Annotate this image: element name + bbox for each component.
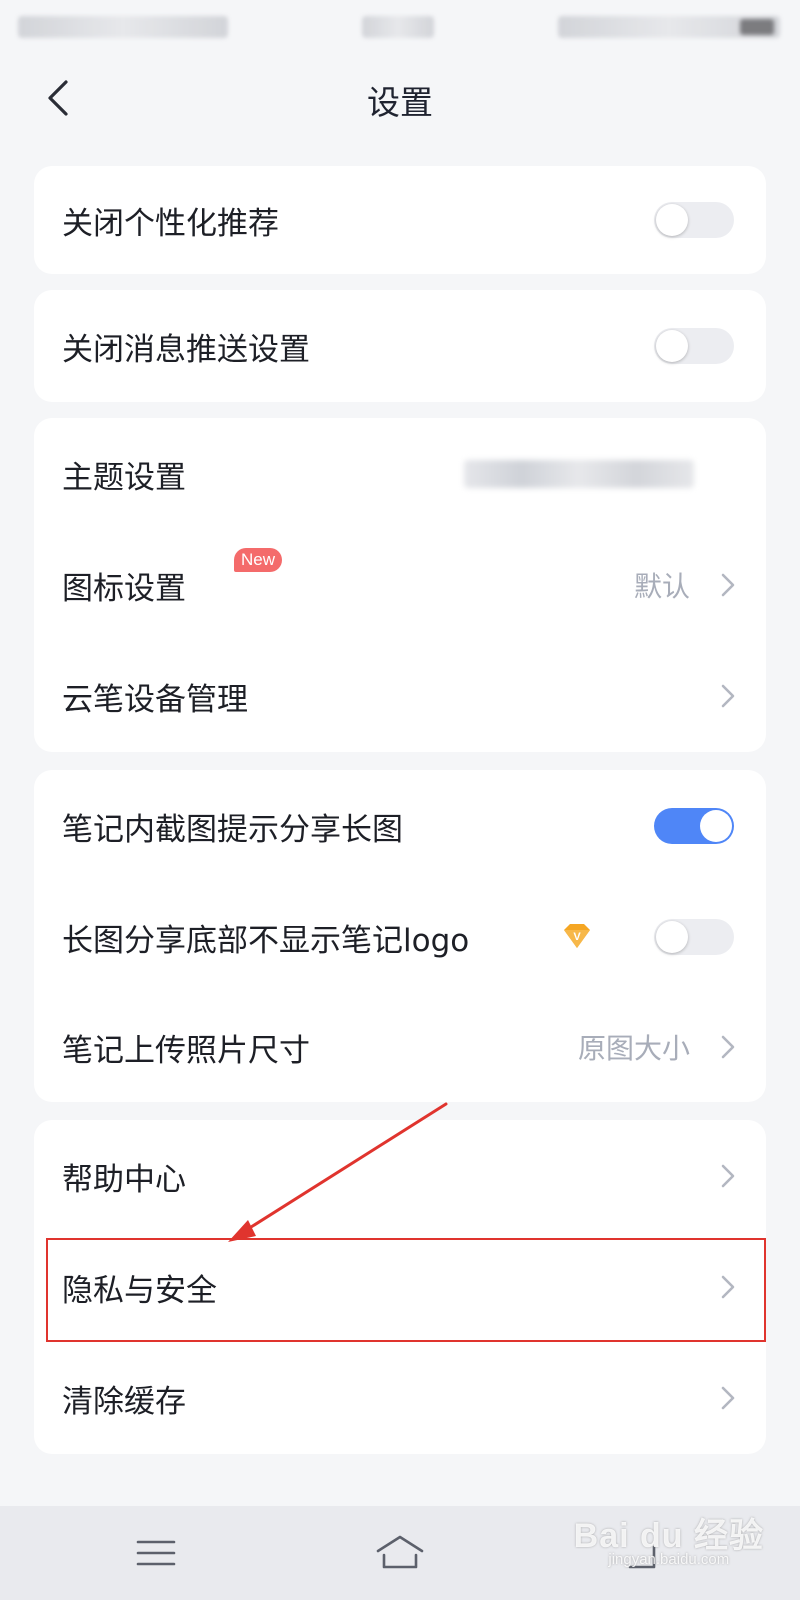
status-bar-battery-blurred [558,16,780,38]
baidu-jingyan-watermark: Bai du 经验 jingyan.baidu.com [574,1508,764,1568]
card-personalized: 关闭个性化推荐 [34,166,766,274]
row-hide-logo: 长图分享底部不显示笔记logo V [34,882,766,992]
row-label: 清除缓存 [62,1383,186,1420]
theme-value-blurred [464,460,694,488]
push-toggle[interactable] [654,328,734,364]
row-value: 默认 [633,570,690,603]
row-close-personalized: 关闭个性化推荐 [34,166,766,274]
row-label: 帮助中心 [62,1161,186,1198]
row-privacy-security[interactable]: 隐私与安全 [34,1232,766,1342]
card-appearance: 主题设置 图标设置 New 默认 云笔设备管理 [34,418,766,752]
card-sharing: 笔记内截图提示分享长图 长图分享底部不显示笔记logo V 笔记上传照片尺寸 原… [34,770,766,1102]
screenshot-share-toggle[interactable] [654,808,734,844]
row-help-center[interactable]: 帮助中心 [34,1120,766,1232]
row-screenshot-share: 笔记内截图提示分享长图 [34,770,766,882]
toggle-knob [656,204,688,236]
status-bar-signal-blurred [18,16,228,38]
row-label: 云笔设备管理 [62,681,248,718]
row-label: 笔记上传照片尺寸 [62,1032,310,1069]
row-theme-settings[interactable]: 主题设置 [34,418,766,530]
row-label: 隐私与安全 [62,1272,217,1309]
row-pen-device[interactable]: 云笔设备管理 [34,640,766,752]
personalized-toggle[interactable] [654,202,734,238]
chevron-right-icon [721,1275,735,1299]
card-misc: 帮助中心 隐私与安全 清除缓存 [34,1120,766,1454]
row-label: 图标设置 [62,570,186,607]
row-label: 长图分享底部不显示笔记logo [62,922,470,959]
chevron-right-icon [721,1164,735,1188]
nav-home-button[interactable] [372,1528,428,1578]
status-bar [0,0,800,52]
row-label: 关闭个性化推荐 [62,205,279,242]
page-title: 设置 [367,83,433,122]
row-clear-cache[interactable]: 清除缓存 [34,1342,766,1454]
toggle-knob [656,330,688,362]
vip-badge-text: V [573,931,581,943]
chevron-right-icon [721,1386,735,1410]
hide-logo-toggle[interactable] [654,919,734,955]
chevron-right-icon [721,684,735,708]
home-icon [376,1535,424,1569]
row-label: 关闭消息推送设置 [62,331,310,368]
header: 设置 [0,52,800,150]
vip-diamond-icon: V [564,924,590,948]
toggle-knob [700,810,732,842]
nav-menu-button[interactable] [128,1528,184,1578]
watermark-brand: Bai du 经验 [573,1517,764,1555]
row-close-push: 关闭消息推送设置 [34,290,766,402]
chevron-right-icon [721,573,735,597]
toggle-knob [656,921,688,953]
row-photo-size[interactable]: 笔记上传照片尺寸 原图大小 [34,992,766,1102]
card-push: 关闭消息推送设置 [34,290,766,402]
row-label: 主题设置 [62,459,186,496]
new-badge: New [234,548,283,572]
row-value: 原图大小 [577,1032,690,1065]
menu-icon [136,1540,176,1566]
status-bar-time-blurred [362,16,434,38]
row-icon-settings[interactable]: 图标设置 New 默认 [34,530,766,640]
row-label: 笔记内截图提示分享长图 [62,811,403,848]
chevron-right-icon [721,1035,735,1059]
